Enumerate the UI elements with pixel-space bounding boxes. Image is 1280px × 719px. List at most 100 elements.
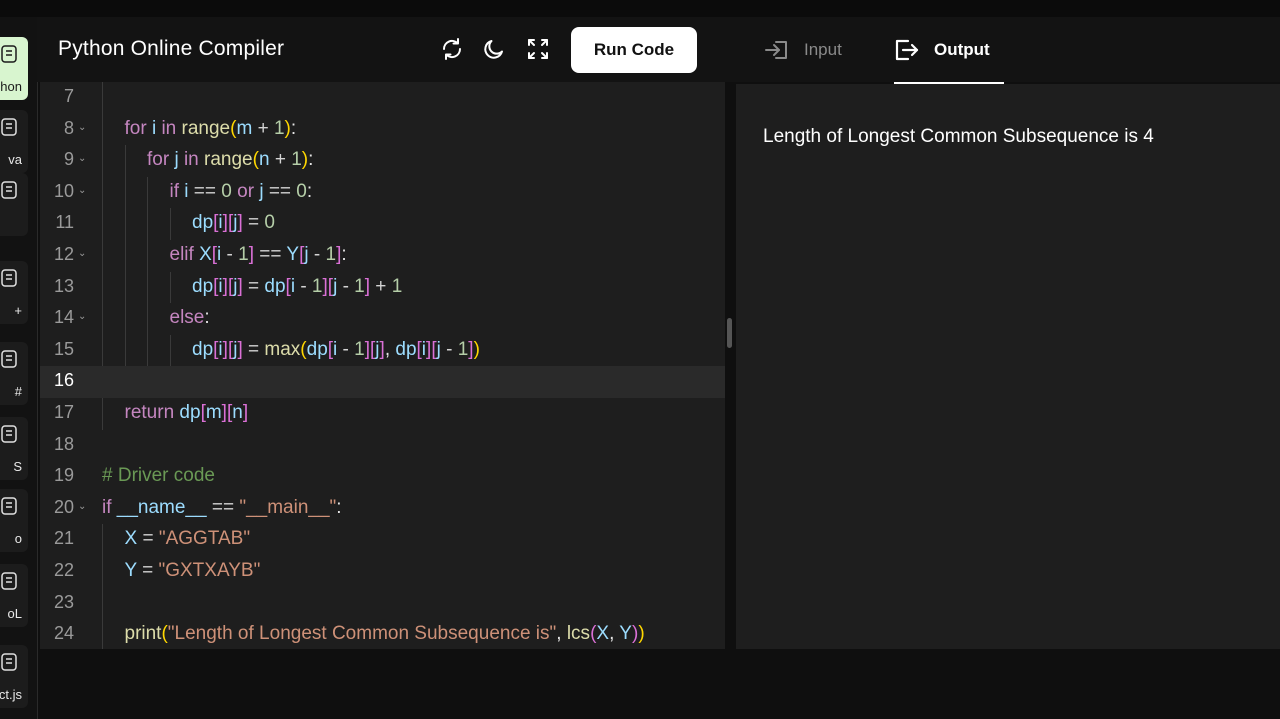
sidebar-item-label: ct.js <box>0 687 22 702</box>
code-token: , <box>384 338 396 360</box>
js-icon <box>1 425 17 443</box>
indent-guide <box>102 208 103 240</box>
code-token: 0 <box>221 180 238 202</box>
code-token: X <box>596 623 610 645</box>
code-token: ) <box>473 338 480 360</box>
code-token: 1 <box>457 338 469 360</box>
code-line[interactable]: 21 X = "AGGTAB" <box>40 524 725 556</box>
sidebar-item-7[interactable]: oL <box>0 564 28 627</box>
csharp-icon <box>1 350 17 368</box>
panel-resize-handle[interactable] <box>727 318 732 348</box>
code-line[interactable]: 19 # Driver code <box>40 461 725 493</box>
run-code-button[interactable]: Run Code <box>571 27 697 73</box>
code-token: "Length of Longest Common Subsequence is… <box>167 623 557 645</box>
code-token: __name__ <box>116 496 212 518</box>
code-line[interactable]: 23 <box>40 587 725 620</box>
code-token: i <box>217 244 227 265</box>
code-token: 1 <box>354 275 365 297</box>
indent-guide <box>124 240 126 272</box>
sidebar-item-3[interactable]: + <box>0 261 28 324</box>
app-window: hon va + # So oL ct.js Python Online Compiler … <box>0 0 1280 719</box>
sidebar-item-1[interactable]: va <box>0 110 28 173</box>
fold-chevron-icon[interactable]: ⌄ <box>78 311 86 322</box>
code-line[interactable]: 22 Y = "GXTXAYB" <box>40 556 725 588</box>
dark-mode-moon-icon[interactable] <box>482 37 506 61</box>
indent-guide <box>147 208 148 240</box>
code-line[interactable]: 20 ⌄ if __name__ == "__main__": <box>40 493 725 525</box>
code-editor[interactable]: 7 8 ⌄ for i in range(m + 1): 9 ⌄ for j in rang… <box>40 82 725 649</box>
code-token: print <box>124 623 162 645</box>
line-number: 7 <box>63 86 74 106</box>
sidebar-item-6[interactable]: o <box>0 489 28 552</box>
tab-input[interactable]: Input <box>764 17 842 83</box>
indent-guide <box>102 303 103 335</box>
code-text: elif X[i - 1] == Y[j - 1]: <box>170 244 347 266</box>
code-text: else: <box>170 307 210 329</box>
fold-chevron-icon[interactable]: ⌄ <box>78 122 86 133</box>
code-token: 1 <box>273 117 285 139</box>
line-number: 13 <box>53 275 74 296</box>
code-text: dp[i][j] = dp[i - 1][j - 1] + 1 <box>192 276 402 298</box>
code-line[interactable]: 11 dp[i][j] = 0 <box>40 208 725 240</box>
code-token: i <box>333 338 343 360</box>
code-line[interactable]: 12 ⌄ elif X[i - 1] == Y[j - 1]: <box>40 240 725 272</box>
code-token: return <box>124 402 180 423</box>
sidebar-item-label: S <box>13 459 22 474</box>
code-token: j <box>304 244 314 265</box>
code-line[interactable]: 15 dp[i][j] = max(dp[i - 1][j], dp[i][j -… <box>40 334 725 367</box>
code-token: ] <box>242 402 249 423</box>
indent-guide <box>102 556 103 588</box>
code-token: : <box>341 244 347 265</box>
line-number: 21 <box>53 528 74 549</box>
react-icon <box>1 653 17 671</box>
code-token: in <box>161 117 182 139</box>
code-line[interactable]: 9 ⌄ for j in range(n + 1): <box>40 145 725 177</box>
code-token: j <box>174 149 184 171</box>
sidebar-item-2[interactable] <box>0 173 28 236</box>
code-text: dp[i][j] = 0 <box>192 212 275 234</box>
sidebar-item-0[interactable]: hon <box>0 37 28 100</box>
code-token: m <box>205 402 222 423</box>
fold-chevron-icon[interactable]: ⌄ <box>78 153 86 164</box>
line-number: 17 <box>53 402 74 422</box>
code-token: j <box>333 275 343 297</box>
sidebar-item-8[interactable]: ct.js <box>0 645 28 708</box>
fold-chevron-icon[interactable]: ⌄ <box>78 185 86 196</box>
indent-guide <box>169 208 171 240</box>
code-line[interactable]: 7 <box>40 82 725 114</box>
code-line[interactable]: 8 ⌄ for i in range(m + 1): <box>40 113 725 146</box>
code-line[interactable]: 17 return dp[m][n] <box>40 398 725 430</box>
sidebar-item-5[interactable]: S <box>0 417 28 480</box>
code-token: for <box>124 117 152 139</box>
code-token: == <box>254 244 287 265</box>
code-token: Y <box>286 244 300 265</box>
code-line[interactable]: 16 <box>40 366 725 398</box>
code-text: for j in range(n + 1): <box>147 149 313 171</box>
code-line[interactable]: 18 <box>40 430 725 462</box>
code-token: = <box>142 528 159 550</box>
fold-chevron-icon[interactable]: ⌄ <box>78 248 86 259</box>
tab-output[interactable]: Output <box>894 17 1004 84</box>
code-line[interactable]: 24 print("Length of Longest Common Subseq… <box>40 619 725 649</box>
fullscreen-icon[interactable] <box>526 37 550 61</box>
code-token: range <box>181 117 231 139</box>
indent-guide <box>147 334 148 367</box>
indent-guide <box>147 303 148 335</box>
code-token: dp <box>192 212 214 234</box>
code-token: + <box>370 275 392 297</box>
code-token: - <box>226 244 239 265</box>
refresh-icon[interactable] <box>440 37 464 61</box>
code-line[interactable]: 14 ⌄ else: <box>40 303 725 335</box>
indent-guide <box>102 145 103 177</box>
indent-guide <box>102 240 103 272</box>
sidebar-item-4[interactable]: # <box>0 342 28 405</box>
code-token: == <box>268 180 297 202</box>
code-token: m <box>236 117 258 139</box>
code-line[interactable]: 10 ⌄ if i == 0 or j == 0: <box>40 176 725 209</box>
code-line[interactable]: 13 dp[i][j] = dp[i - 1][j - 1] + 1 <box>40 271 725 304</box>
code-token: 0 <box>264 212 275 234</box>
output-icon <box>895 39 919 60</box>
fold-chevron-icon[interactable]: ⌄ <box>78 501 86 512</box>
page-title: Python Online Compiler <box>58 37 285 60</box>
input-icon <box>765 41 787 59</box>
